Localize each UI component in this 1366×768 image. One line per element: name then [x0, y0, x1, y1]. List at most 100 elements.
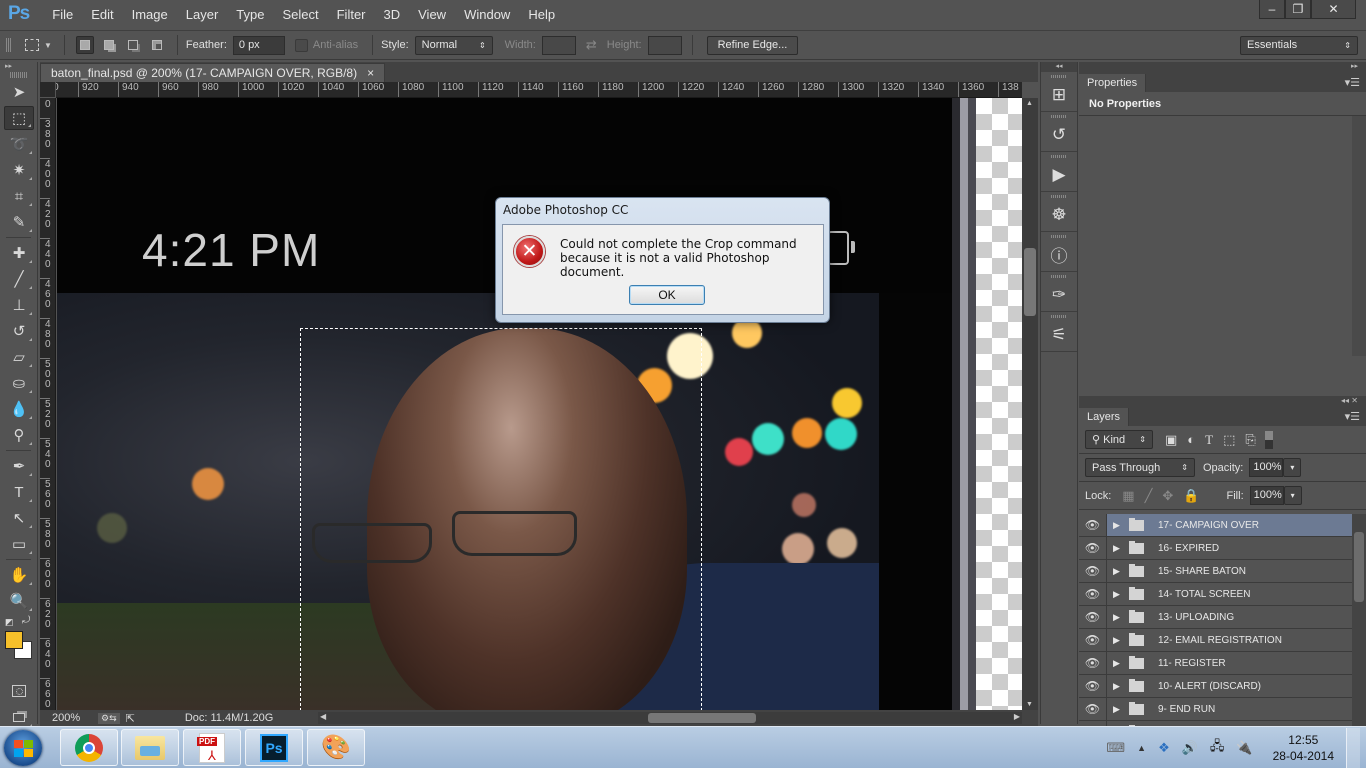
type-tool[interactable]: T	[4, 480, 34, 504]
taskbar-chrome[interactable]	[60, 729, 118, 766]
marquee-preset-icon[interactable]	[23, 36, 41, 54]
minimize-button[interactable]: –	[1259, 0, 1285, 19]
lock-position-icon[interactable]: ✥	[1162, 488, 1173, 504]
blur-tool[interactable]: 💧	[4, 397, 34, 421]
blend-mode-select[interactable]: Pass Through ⇕	[1085, 458, 1195, 477]
filter-smart-object-icon[interactable]: ⎘	[1245, 432, 1255, 448]
visibility-eye-icon[interactable]: 👁	[1079, 560, 1107, 582]
crop-tool[interactable]: ⌗	[4, 184, 34, 208]
tools-grip[interactable]	[10, 72, 27, 78]
menu-3d[interactable]: 3D	[375, 7, 410, 22]
network-icon[interactable]: 🖧	[1210, 737, 1225, 759]
power-icon[interactable]: 🔌	[1236, 740, 1252, 756]
height-input[interactable]	[647, 35, 682, 55]
taskbar-acrobat[interactable]: PDF ⅄	[183, 729, 241, 766]
pen-tool[interactable]: ✒	[4, 454, 34, 478]
layer-row[interactable]: 👁 ▶ 10- ALERT (DISCARD)	[1079, 675, 1366, 698]
close-button[interactable]: ✕	[1311, 0, 1356, 19]
tab-properties[interactable]: Properties	[1079, 74, 1147, 92]
options-grip[interactable]	[6, 38, 12, 52]
feather-input[interactable]: 0 px	[232, 35, 285, 55]
layer-row[interactable]: 👁 ▶ 12- EMAIL REGISTRATION	[1079, 629, 1366, 652]
show-hidden-icons[interactable]: ▲	[1137, 743, 1146, 753]
filter-toggle[interactable]	[1264, 430, 1273, 449]
layers-collapse-close[interactable]: ◂◂ ✕	[1079, 396, 1366, 406]
vertical-scrollbar[interactable]: ▲ ▼	[1022, 98, 1038, 710]
layer-body[interactable]: ▶ 11- REGISTER	[1107, 652, 1352, 674]
taskbar-photoshop[interactable]: Ps	[245, 729, 303, 766]
visibility-eye-icon[interactable]: 👁	[1079, 606, 1107, 628]
layer-row[interactable]: 👁 ▶ 13- UPLOADING	[1079, 606, 1366, 629]
panel-menu-icon[interactable]: ▾☰	[1345, 76, 1360, 92]
rectangular-marquee-tool[interactable]: ⬚	[4, 106, 34, 130]
zoom-level[interactable]: 200%	[52, 712, 92, 724]
menu-file[interactable]: File	[43, 7, 82, 22]
layer-body[interactable]: ▶ 12- EMAIL REGISTRATION	[1107, 629, 1352, 651]
layer-body[interactable]: ▶ 15- SHARE BATON	[1107, 560, 1352, 582]
preset-dropdown-icon[interactable]: ▼	[44, 41, 52, 50]
visibility-eye-icon[interactable]: 👁	[1079, 698, 1107, 720]
foreground-color-swatch[interactable]	[5, 631, 23, 649]
move-tool[interactable]: ➤	[4, 80, 34, 104]
hand-tool[interactable]: ✋	[4, 563, 34, 587]
expand-icon[interactable]: ▸▸	[0, 62, 37, 72]
eraser-tool[interactable]: ▱	[4, 345, 34, 369]
filter-shape-icon[interactable]: ⬚	[1223, 432, 1235, 448]
refine-edge-button[interactable]: Refine Edge...	[706, 35, 799, 55]
lock-all-icon[interactable]: 🔒	[1183, 488, 1199, 504]
document-canvas[interactable]: 4:21 PM	[57, 98, 1022, 710]
taskbar-explorer[interactable]	[121, 729, 179, 766]
horizontal-scroll-thumb[interactable]	[648, 713, 756, 723]
dodge-tool[interactable]: ⚲	[4, 423, 34, 447]
ruler-origin[interactable]	[40, 82, 56, 98]
filter-adjustment-icon[interactable]: ◐	[1187, 432, 1195, 447]
menu-type[interactable]: Type	[227, 7, 273, 22]
lasso-tool[interactable]: ➰	[4, 132, 34, 156]
taskbar-paint[interactable]: 🎨	[307, 729, 365, 766]
marquee-selection[interactable]	[300, 328, 702, 710]
menu-filter[interactable]: Filter	[328, 7, 375, 22]
expand-triangle-icon[interactable]: ▶	[1113, 612, 1125, 623]
brush-tool[interactable]: ╱	[4, 267, 34, 291]
path-selection-tool[interactable]: ↖	[4, 506, 34, 530]
expand-triangle-icon[interactable]: ▶	[1113, 543, 1125, 554]
opacity-dropdown-icon[interactable]: ▾	[1283, 458, 1302, 477]
lock-pixels-icon[interactable]: ╱	[1145, 488, 1153, 504]
layer-body[interactable]: ▶ 16- EXPIRED	[1107, 537, 1352, 559]
actions-icon[interactable]: ▶	[1041, 152, 1077, 192]
layer-body[interactable]: ▶ 17- CAMPAIGN OVER	[1107, 514, 1352, 536]
visibility-eye-icon[interactable]: 👁	[1079, 537, 1107, 559]
expand-triangle-icon[interactable]: ▶	[1113, 589, 1125, 600]
scroll-up-icon[interactable]: ▲	[1026, 100, 1033, 107]
layer-row[interactable]: 👁 ▶ 15- SHARE BATON	[1079, 560, 1366, 583]
properties-scrollbar[interactable]	[1352, 116, 1366, 356]
menu-help[interactable]: Help	[519, 7, 564, 22]
menu-image[interactable]: Image	[123, 7, 177, 22]
expand-triangle-icon[interactable]: ▶	[1113, 658, 1125, 669]
add-selection-icon[interactable]	[100, 36, 118, 54]
show-desktop-button[interactable]	[1346, 727, 1360, 768]
menu-view[interactable]: View	[409, 7, 455, 22]
width-input[interactable]	[541, 35, 576, 55]
filter-type-icon[interactable]: T	[1205, 432, 1213, 448]
magic-wand-tool[interactable]: ✷	[4, 158, 34, 182]
quick-mask-icon[interactable]	[4, 679, 34, 703]
export-icon[interactable]: ⇱	[126, 712, 135, 725]
zoom-tool[interactable]: 🔍	[4, 589, 34, 613]
history-icon[interactable]: ↺	[1041, 112, 1077, 152]
menu-select[interactable]: Select	[273, 7, 327, 22]
spot-healing-tool[interactable]: ✚	[4, 241, 34, 265]
style-select[interactable]: Normal ⇕	[414, 35, 493, 55]
history-brush-tool[interactable]: ↺	[4, 319, 34, 343]
layer-row[interactable]: 👁 ▶ 17- CAMPAIGN OVER	[1079, 514, 1366, 537]
tab-layers[interactable]: Layers	[1079, 408, 1130, 426]
expand-triangle-icon[interactable]: ▶	[1113, 635, 1125, 646]
taskbar-clock[interactable]: 12:55 28-04-2014	[1273, 732, 1334, 764]
intersect-selection-icon[interactable]	[148, 36, 166, 54]
info-icon[interactable]: ⓘ	[1041, 232, 1077, 272]
expand-triangle-icon[interactable]: ▶	[1113, 704, 1125, 715]
opacity-input[interactable]: 100%	[1249, 458, 1284, 477]
layer-row[interactable]: 👁 ▶ 14- TOTAL SCREEN	[1079, 583, 1366, 606]
swap-colors-icon[interactable]: ⤾	[22, 615, 30, 626]
layer-row[interactable]: 👁 ▶ 9- END RUN	[1079, 698, 1366, 721]
